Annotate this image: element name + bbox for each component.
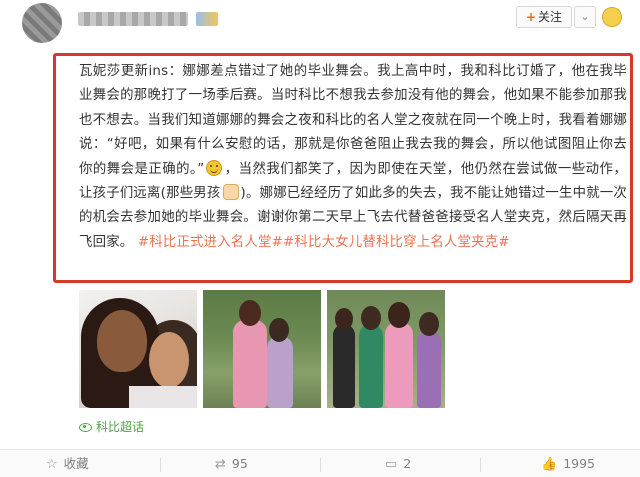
thumbs-up-icon: 👍: [541, 457, 558, 472]
follow-button-label: 关注: [538, 10, 563, 24]
grinning-emoji-icon: [206, 159, 223, 176]
photo-figure: [149, 332, 189, 388]
photo-figure: [233, 320, 267, 408]
photo-figure: [97, 310, 147, 372]
topic-label: 科比超话: [96, 420, 145, 434]
user-badge-blurred: [196, 12, 218, 26]
comment-count: 2: [403, 456, 412, 471]
like-button[interactable]: 👍 1995: [541, 450, 595, 477]
photo-figure: [359, 324, 383, 408]
avatar[interactable]: [22, 3, 62, 43]
divider: [160, 458, 161, 472]
follow-button[interactable]: + 关注: [516, 6, 572, 28]
photo-figure: [267, 336, 293, 408]
post-photo-2[interactable]: [203, 290, 321, 408]
eye-icon: [79, 423, 92, 432]
more-options-button[interactable]: ⌄: [574, 6, 596, 28]
post-header: + 关注 ⌄: [0, 0, 640, 46]
divider: [320, 458, 321, 472]
photo-figure: [239, 300, 261, 326]
photo-figure: [335, 308, 353, 330]
star-icon: ☆: [46, 457, 58, 472]
comment-icon: ▭: [385, 457, 398, 472]
username-blurred[interactable]: [78, 12, 188, 26]
hashtag-link[interactable]: #科比大女儿替科比穿上名人堂夹克#: [283, 235, 510, 250]
action-bar: ☆ 收藏 ⇄ 95 ▭ 2 👍 1995: [0, 449, 640, 477]
like-count: 1995: [563, 456, 595, 471]
emoji-icon: [602, 7, 622, 27]
repost-button[interactable]: ⇄ 95: [215, 450, 248, 477]
post-text-line: 家。: [106, 234, 134, 250]
hashtag-link[interactable]: #科比正式进入名人堂#: [138, 235, 283, 250]
photo-figure: [419, 312, 439, 336]
photo-figure: [129, 386, 197, 408]
photo-figure: [361, 306, 381, 330]
chevron-down-icon: ⌄: [580, 10, 590, 23]
repost-count: 95: [231, 456, 248, 471]
repost-icon: ⇄: [215, 457, 226, 472]
comment-button[interactable]: ▭ 2: [385, 450, 411, 477]
post-photo-3[interactable]: [327, 290, 445, 408]
post-text: 瓦妮莎更新ins：娜娜差点错过了她的毕业舞会。我上高中时，我和科比订婚了，他在我…: [79, 60, 627, 255]
photo-figure: [417, 330, 441, 408]
photo-figure: [269, 318, 289, 342]
post-text-line: ，当然我们都笑: [224, 161, 322, 177]
collect-button[interactable]: ☆ 收藏: [46, 450, 89, 477]
photo-figure: [385, 322, 413, 408]
photo-figure: [388, 302, 410, 328]
post-text-line: )。: [240, 186, 260, 202]
post-text-line: 瓦妮莎更新ins：娜娜差点错过了她的毕业舞会。我上高中时，我和科比订婚了，: [79, 64, 572, 79]
post-photo-1[interactable]: [79, 290, 197, 408]
divider: [480, 458, 481, 472]
cat-emoji-icon: [222, 184, 239, 201]
topic-link[interactable]: 科比超话: [79, 418, 144, 436]
photo-figure: [333, 324, 355, 408]
collect-label: 收藏: [63, 456, 89, 471]
plus-icon: +: [525, 10, 537, 24]
